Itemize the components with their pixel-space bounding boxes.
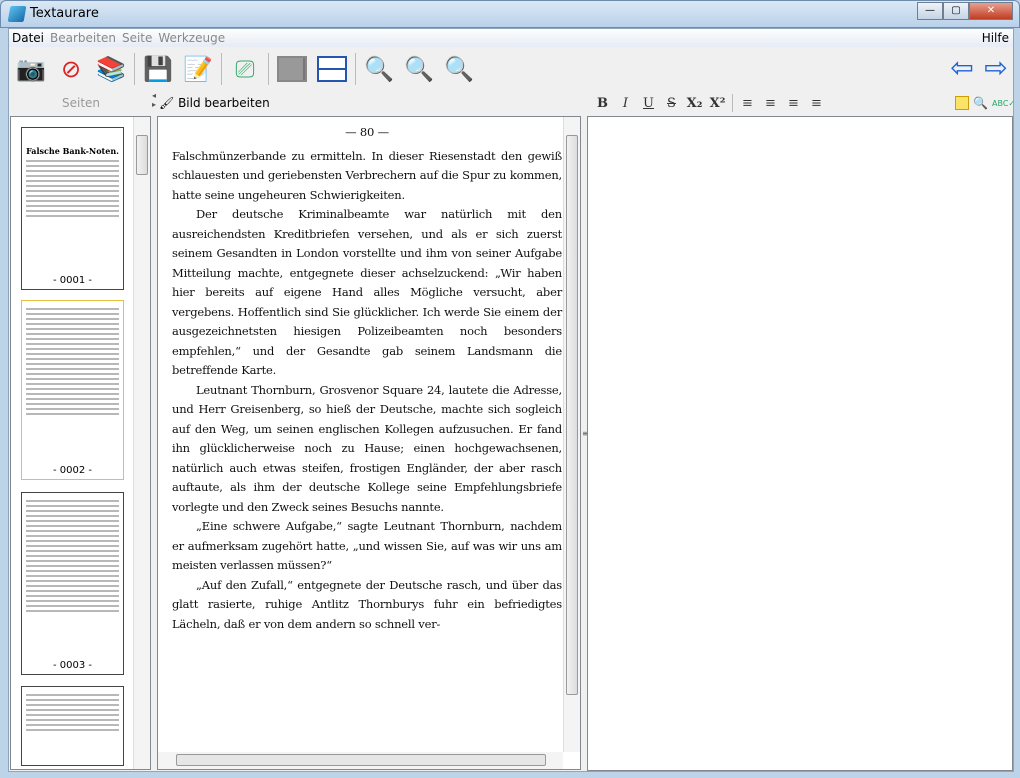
toolbar: 📷 ⊘ 📚 💾 📝 ⎚ 🔍 🔍 🔍 ⇦ ⇨	[9, 47, 1013, 91]
text-format-toolbar: B I U S X₂ X² ≡ ≡ ≡ ≡ 🔍 ABC✓	[587, 91, 1015, 115]
zoom-fit-icon[interactable]: 🔍	[401, 51, 437, 87]
superscript-button[interactable]: X²	[706, 96, 729, 111]
thumbnail-page[interactable]: Falsche Bank-Noten. - 0001 -	[21, 127, 124, 290]
underline-button[interactable]: U	[637, 96, 660, 111]
scanner-icon[interactable]: ⎚	[227, 51, 263, 87]
menu-bar: Datei Bearbeiten Seite Werkzeuge Hilfe	[9, 29, 1013, 47]
spellcheck-icon[interactable]: ABC✓	[992, 99, 1015, 108]
title-bar: Textaurare — ▢ ✕	[0, 0, 1020, 28]
thumbnail-title: Falsche Bank-Noten.	[26, 146, 119, 156]
edit-image-icon: 🖌	[159, 96, 175, 110]
minimize-button[interactable]: —	[917, 2, 943, 20]
image-vertical-scrollbar[interactable]	[563, 117, 580, 752]
page-thumbnails: Falsche Bank-Noten. - 0001 - - 0002 - - …	[10, 116, 151, 770]
page-number: — 80 —	[345, 125, 389, 139]
menu-werkzeuge[interactable]: Werkzeuge	[158, 29, 225, 47]
close-button[interactable]: ✕	[969, 2, 1013, 20]
save-icon[interactable]: 💾	[140, 51, 176, 87]
thumbnails-scrollbar[interactable]	[133, 117, 150, 769]
menu-seite[interactable]: Seite	[122, 29, 152, 47]
app-logo-icon	[7, 6, 27, 22]
edit-image-label: Bild bearbeiten	[178, 96, 270, 110]
italic-button[interactable]: I	[614, 96, 637, 111]
zoom-out-icon[interactable]: 🔍	[361, 51, 397, 87]
align-left-button[interactable]: ≡	[736, 96, 759, 111]
thumbnail-page[interactable]: - 0003 -	[21, 492, 124, 675]
forward-arrow-icon[interactable]: ⇨	[979, 53, 1013, 85]
page-paragraph: Falschmünzerbande zu ermitteln. In diese…	[172, 148, 562, 202]
back-arrow-icon[interactable]: ⇦	[945, 53, 979, 85]
scanned-page: — 80 — Falschmünzerbande zu ermitteln. I…	[172, 123, 562, 634]
pdf-icon[interactable]: ⊘	[53, 51, 89, 87]
bold-button[interactable]: B	[591, 96, 614, 111]
save-edit-icon[interactable]: 📝	[180, 51, 216, 87]
align-justify-button[interactable]: ≡	[782, 96, 805, 111]
menu-datei[interactable]: Datei	[12, 29, 44, 47]
align-center-button[interactable]: ≡	[805, 96, 828, 111]
page-paragraph: „Eine schwere Aufgabe,“ sagte Leutnant T…	[172, 519, 562, 572]
maximize-button[interactable]: ▢	[943, 2, 969, 20]
two-columns-icon[interactable]	[274, 51, 310, 87]
pages-header: Seiten	[61, 96, 101, 110]
thumbnail-label: - 0002 -	[52, 465, 93, 476]
menu-hilfe[interactable]: Hilfe	[982, 29, 1009, 47]
menu-bearbeiten[interactable]: Bearbeiten	[50, 29, 116, 47]
thumbnail-page[interactable]: - 0002 -	[21, 300, 124, 480]
window-title: Textaurare	[30, 6, 99, 21]
strikethrough-button[interactable]: S	[660, 96, 683, 111]
camera-icon[interactable]: 📷	[13, 51, 49, 87]
two-rows-icon[interactable]	[314, 51, 350, 87]
align-right-button[interactable]: ≡	[759, 96, 782, 111]
thumbnail-label: - 0001 -	[52, 275, 93, 286]
page-image-view: — 80 — Falschmünzerbande zu ermitteln. I…	[157, 116, 581, 770]
image-horizontal-scrollbar[interactable]	[158, 752, 563, 769]
page-paragraph: „Auf den Zufall,“ entgegnete der Deutsch…	[172, 577, 562, 631]
zoom-in-icon[interactable]: 🔍	[441, 51, 477, 87]
subscript-button[interactable]: X₂	[683, 96, 706, 111]
search-icon[interactable]: 🔍	[969, 96, 992, 110]
text-editor[interactable]	[587, 116, 1013, 771]
splitter-handle[interactable]: ≡	[582, 429, 589, 438]
page-paragraph: Der deutsche Kriminalbeamte war natürlic…	[172, 207, 562, 377]
page-paragraph: Leutnant Thornburn, Grosvenor Square 24,…	[172, 382, 562, 514]
splitter-handle[interactable]: ◂ ▸	[152, 91, 156, 109]
thumbnail-label: - 0003 -	[52, 660, 93, 671]
note-icon[interactable]	[955, 96, 969, 110]
books-icon[interactable]: 📚	[93, 51, 129, 87]
main-window: Datei Bearbeiten Seite Werkzeuge Hilfe 📷…	[8, 28, 1015, 772]
edit-image-button[interactable]: 🖌 Bild bearbeiten	[159, 91, 270, 115]
thumbnail-page[interactable]	[21, 686, 124, 766]
